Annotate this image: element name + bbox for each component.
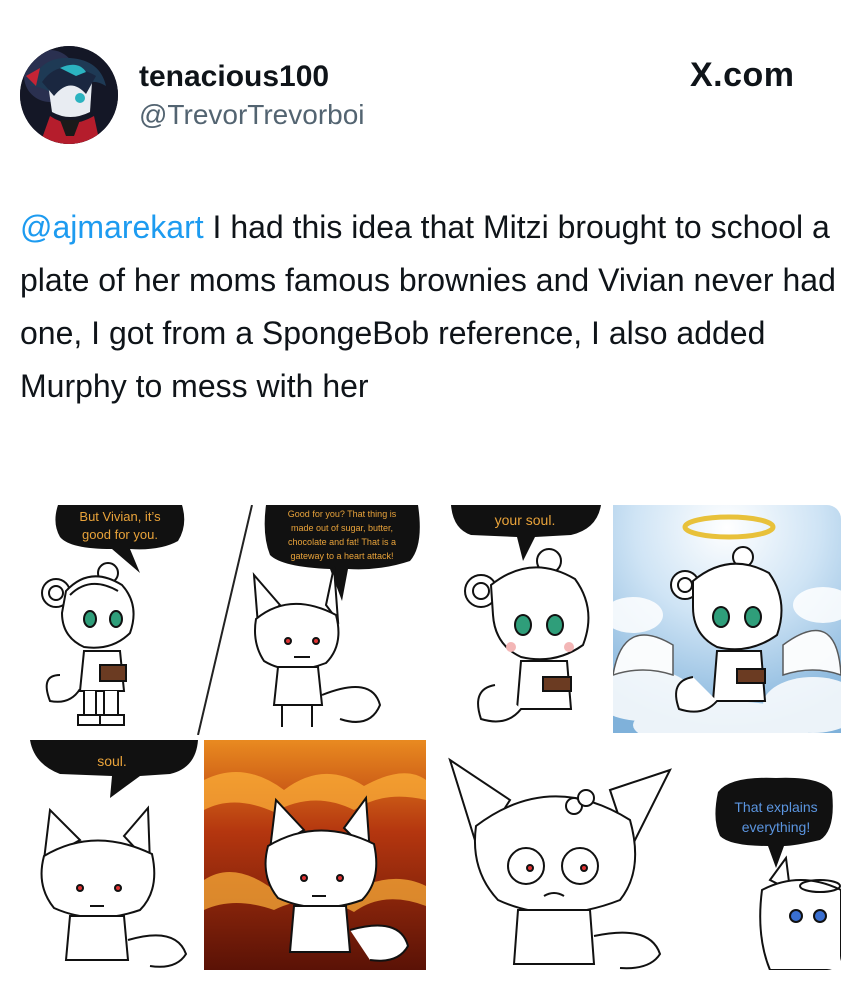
display-name[interactable]: tenacious100	[139, 60, 329, 94]
user-handle[interactable]: @TrevorTrevorboi	[139, 99, 365, 131]
panel2-line-3: chocolate and fat! That is a	[288, 537, 396, 547]
comic-image-2[interactable]: your soul.	[451, 505, 609, 735]
panel2-line-4: gateway to a heart attack!	[290, 551, 393, 561]
comic-image-4[interactable]: soul.	[0, 740, 200, 970]
comic-image-6[interactable]	[430, 740, 686, 970]
panel8-line-2: everything!	[742, 819, 810, 835]
panel3-line-1: your soul.	[495, 512, 556, 528]
comic-image-5[interactable]	[204, 740, 426, 970]
comic-image-1[interactable]: But Vivian, it’s good for you. Good for …	[0, 505, 448, 735]
source-label: X.com	[690, 56, 795, 94]
panel1-line-1: But Vivian, it’s	[79, 509, 161, 524]
media-grid: But Vivian, it’s good for you. Good for …	[0, 0, 861, 1000]
panel8-line-1: That explains	[734, 799, 817, 815]
avatar-icon	[20, 46, 118, 144]
panel5-line-1: soul.	[97, 753, 127, 769]
comic-image-7[interactable]: That explains everything!	[690, 740, 841, 970]
panel1-line-2: good for you.	[82, 527, 158, 542]
panel2-line-1: Good for you? That thing is	[288, 509, 397, 519]
panel2-line-2: made out of sugar, butter,	[291, 523, 393, 533]
comic-image-3[interactable]	[613, 505, 841, 733]
tweet-text: @ajmarekart I had this idea that Mitzi b…	[20, 201, 845, 413]
avatar[interactable]	[20, 46, 118, 144]
mention-link[interactable]: @ajmarekart	[20, 209, 204, 245]
